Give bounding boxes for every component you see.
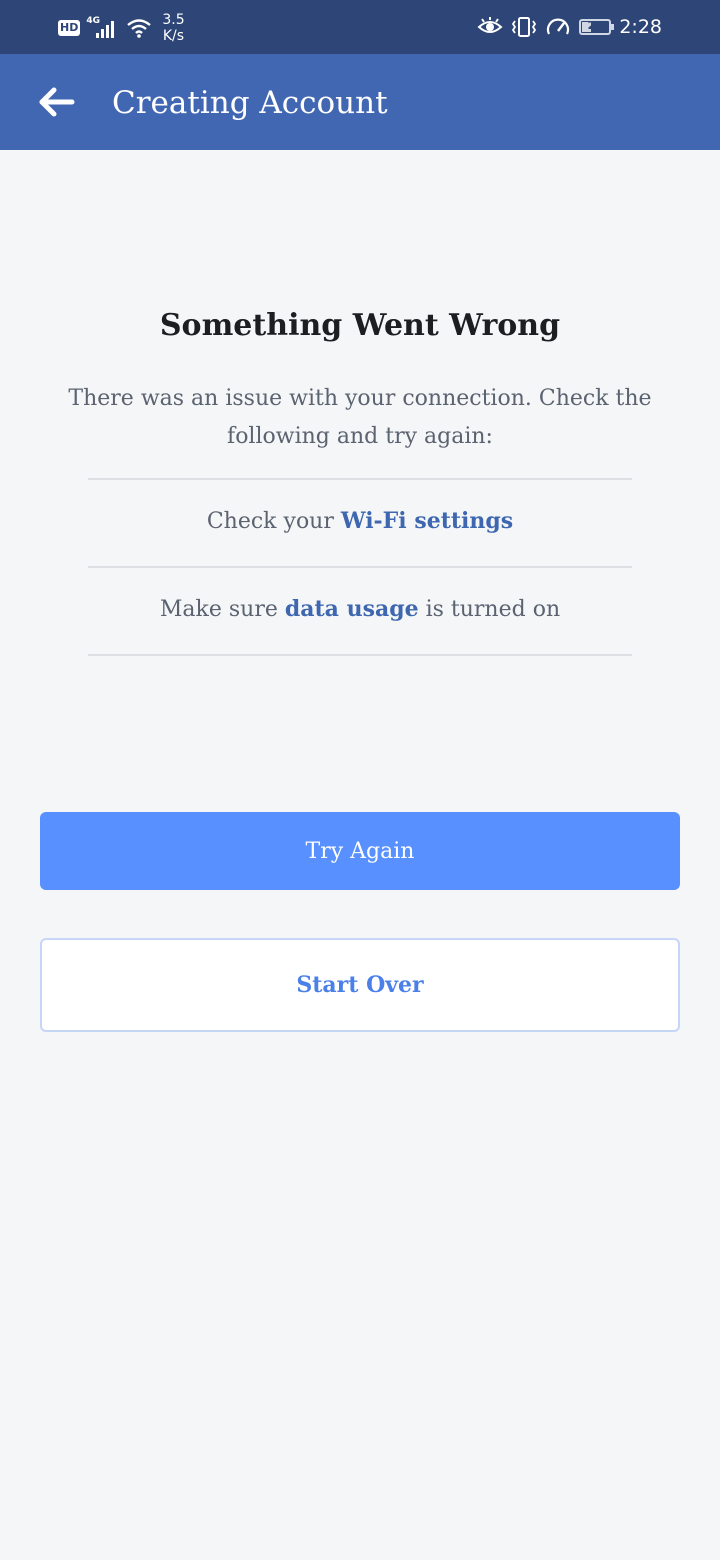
tip-wifi: Check your Wi-Fi settings [0,508,720,534]
error-title: Something Went Wrong [159,308,561,343]
status-left: HD 4G 3.5 K/s [58,10,185,46]
net-speed-value: 3.5 [162,12,185,28]
tip-wifi-prefix: Check your [206,509,341,534]
divider [88,478,632,480]
net-speed: 3.5 K/s [162,12,184,44]
status-right: 27 2:28 [477,12,662,42]
error-description: There was an issue with your connection.… [68,386,652,449]
wifi-icon [127,19,152,38]
divider [88,654,632,656]
data-usage-link[interactable]: data usage [285,596,419,622]
tip-data-usage: Make sure data usage is turned on [0,596,720,622]
page-title: Creating Account [112,85,388,121]
battery-icon: 27 [579,19,615,35]
back-button[interactable] [36,82,76,122]
tip-data-suffix: is turned on [418,597,561,622]
vibrate-icon [512,17,537,37]
signal-icon: 4G [86,16,120,40]
start-over-button[interactable]: Start Over [40,938,680,1032]
eye-comfort-icon [477,17,503,33]
hd-icon: HD [58,20,81,36]
back-arrow-icon [39,87,75,117]
speed-icon [547,18,570,35]
app-header: Creating Account [0,54,720,150]
battery-level: 27 [587,19,603,32]
status-bar: HD 4G 3.5 K/s 27 2:28 [0,0,720,54]
net-speed-unit: K/s [162,28,185,44]
wifi-settings-link[interactable]: Wi-Fi settings [341,508,513,534]
tip-data-prefix: Make sure [159,597,285,622]
try-again-button[interactable]: Try Again [40,812,680,890]
divider [88,566,632,568]
status-time: 2:28 [619,16,662,38]
